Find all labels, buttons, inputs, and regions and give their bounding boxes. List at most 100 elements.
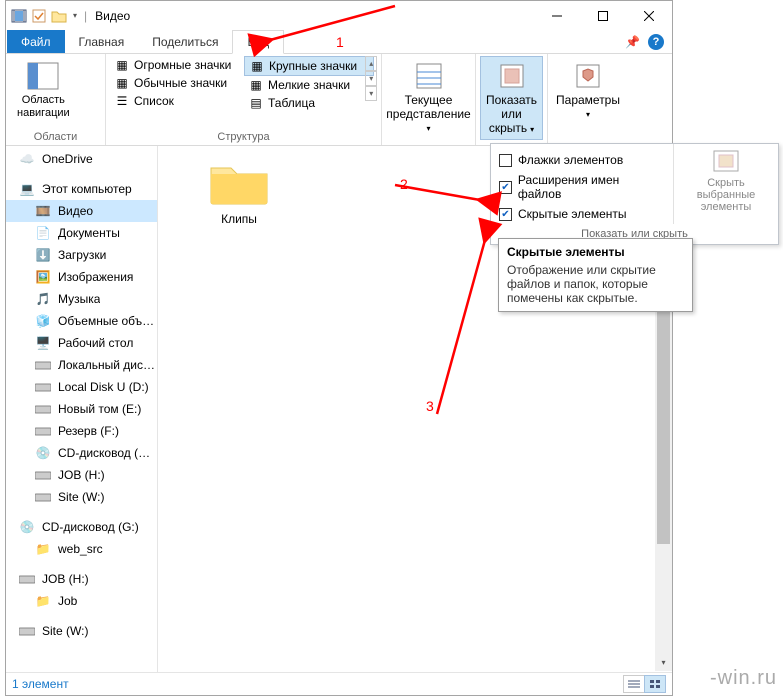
checkbox-checked-icon: ✔ [499, 181, 512, 194]
status-count: 1 элемент [12, 677, 69, 691]
group-panes-label: Области [10, 129, 101, 145]
current-view-label: Текущее представление [386, 93, 470, 121]
close-button[interactable] [626, 1, 672, 30]
layout-large[interactable]: ▦Крупные значки [244, 56, 374, 76]
tree-pictures[interactable]: 🖼️Изображения [6, 266, 157, 288]
tree-cd-g2[interactable]: 💿CD-дисковод (G:) [6, 516, 157, 538]
current-view-icon [413, 60, 445, 92]
tree-job-h2[interactable]: JOB (H:) [6, 568, 157, 590]
tree-documents[interactable]: 📄Документы [6, 222, 157, 244]
tooltip: Скрытые элементы Отображение или скрытие… [498, 238, 693, 312]
tab-home[interactable]: Главная [65, 30, 139, 53]
watermark: -win.ru [710, 667, 777, 690]
app-icon [10, 7, 28, 25]
tree-websrc[interactable]: 📁web_src [6, 538, 157, 560]
layout-extra-large[interactable]: ▦Огромные значки [110, 56, 240, 74]
tree-onedrive[interactable]: ☁️OneDrive [6, 148, 157, 170]
hide-icon [711, 148, 741, 177]
minimize-ribbon-icon[interactable]: 📌 [625, 35, 640, 49]
tree-reserve-f[interactable]: Резерв (F:) [6, 420, 157, 442]
tree-localdisk-d[interactable]: Local Disk U (D:) [6, 376, 157, 398]
view-details-button[interactable] [623, 675, 645, 693]
navigation-tree[interactable]: ☁️OneDrive 💻Этот компьютер 🎞️Видео 📄Доку… [6, 146, 158, 672]
drive-icon [34, 466, 52, 484]
cd-icon: 💿 [18, 518, 36, 536]
download-icon: ⬇️ [34, 246, 52, 264]
checkbox-unchecked-icon [499, 154, 512, 167]
minimize-button[interactable] [534, 1, 580, 30]
folder-icon: 📁 [34, 592, 52, 610]
nav-pane-label: Область навигации [17, 94, 70, 120]
ribbon-view: Область навигации Области ▦Огромные знач… [6, 54, 672, 146]
chk-file-extensions[interactable]: ✔ Расширения имен файлов [497, 170, 667, 204]
checkbox-checked-icon: ✔ [499, 208, 512, 221]
options-button[interactable]: Параметры▾ [552, 56, 624, 125]
tree-cd-g[interactable]: 💿CD-дисковод (G… [6, 442, 157, 464]
cube-icon: 🧊 [34, 312, 52, 330]
drive-icon [34, 400, 52, 418]
annotation-1: 1 [336, 34, 344, 50]
view-large-button[interactable] [644, 675, 666, 693]
hide-selected-button[interactable]: Скрыть выбранные элементы [673, 144, 778, 224]
tooltip-body: Отображение или скрытие файлов и папок, … [507, 263, 684, 305]
folder-icon [207, 158, 271, 208]
layout-small[interactable]: ▦Мелкие значки [244, 76, 374, 94]
qat-properties-icon[interactable] [30, 7, 48, 25]
tree-newvol-e[interactable]: Новый том (E:) [6, 398, 157, 420]
layout-scroller[interactable]: ▴▾▾ [363, 56, 377, 101]
tree-downloads[interactable]: ⬇️Загрузки [6, 244, 157, 266]
tree-localdisk-c[interactable]: Локальный дис… [6, 354, 157, 376]
tooltip-title: Скрытые элементы [507, 245, 684, 263]
tree-job-h[interactable]: JOB (H:) [6, 464, 157, 486]
tree-this-pc[interactable]: 💻Этот компьютер [6, 178, 157, 200]
drive-icon [34, 356, 52, 374]
tab-file[interactable]: Файл [7, 30, 65, 53]
music-icon: 🎵 [34, 290, 52, 308]
cd-icon: 💿 [34, 444, 52, 462]
drive-icon [34, 422, 52, 440]
folder-item[interactable]: Клипы [194, 158, 284, 226]
maximize-button[interactable] [580, 1, 626, 30]
chk-hidden-items[interactable]: ✔ Скрытые элементы [497, 204, 667, 224]
folder-icon: 📁 [34, 540, 52, 558]
qat-folder-icon[interactable] [50, 7, 68, 25]
tab-view[interactable]: Вид [232, 30, 284, 54]
help-icon[interactable]: ? [648, 34, 664, 50]
show-hide-dropdown: Флажки элементов ✔ Расширения имен файло… [490, 143, 779, 245]
tree-site-w2[interactable]: Site (W:) [6, 620, 157, 642]
current-view-button[interactable]: Текущее представление ▾ [386, 56, 471, 139]
tree-site-w[interactable]: Site (W:) [6, 486, 157, 508]
pc-icon: 💻 [18, 180, 36, 198]
drive-icon [34, 488, 52, 506]
options-label: Параметры [556, 93, 620, 107]
tree-3d[interactable]: 🧊Объемные объ… [6, 310, 157, 332]
tree-video[interactable]: 🎞️Видео [6, 200, 157, 222]
show-hide-button[interactable]: Показать или скрыть ▾ [480, 56, 543, 140]
layout-medium[interactable]: ▦Обычные значки [110, 74, 240, 92]
picture-icon: 🖼️ [34, 268, 52, 286]
folder-label: Клипы [221, 208, 257, 226]
drive-icon [18, 570, 36, 588]
video-icon: 🎞️ [34, 202, 52, 220]
navigation-pane-icon [27, 60, 59, 92]
cloud-icon: ☁️ [18, 150, 36, 168]
tree-music[interactable]: 🎵Музыка [6, 288, 157, 310]
drive-icon [34, 378, 52, 396]
window-title: Видео [91, 9, 130, 23]
status-bar: 1 элемент [6, 672, 672, 695]
tree-job-folder[interactable]: 📁Job [6, 590, 157, 612]
options-icon [572, 60, 604, 92]
qat-dropdown-icon[interactable]: ▾ [70, 7, 80, 25]
group-layout-label: Структура [110, 129, 377, 145]
tree-desktop[interactable]: 🖥️Рабочий стол [6, 332, 157, 354]
chk-item-checkboxes[interactable]: Флажки элементов [497, 150, 667, 170]
titlebar: ▾ | Видео [6, 1, 672, 30]
drive-icon [18, 622, 36, 640]
tab-share[interactable]: Поделиться [138, 30, 232, 53]
navigation-pane-button[interactable]: Область навигации [10, 56, 77, 124]
annotation-3: 3 [426, 398, 434, 414]
layout-list[interactable]: ☰Список [110, 92, 240, 110]
layout-details[interactable]: ▤Таблица [244, 94, 374, 112]
layout-gallery[interactable]: ▦Огромные значки ▦Обычные значки ☰Список… [110, 56, 363, 112]
annotation-2: 2 [400, 176, 408, 192]
